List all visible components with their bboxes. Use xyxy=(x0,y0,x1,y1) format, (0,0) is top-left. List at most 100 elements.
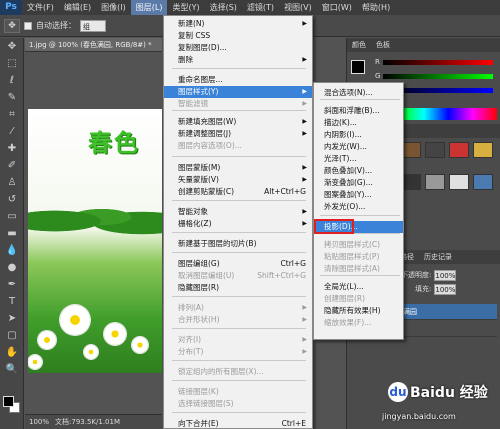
layer-menu-item[interactable]: 排列(A) ▶ xyxy=(164,302,312,314)
layer-style-item[interactable]: 内阴影(I)... xyxy=(314,129,403,141)
layer-menu-item[interactable]: 智能滤镜 ▶ xyxy=(164,98,312,110)
layer-style-item[interactable]: 清除图层样式(A) xyxy=(314,263,403,275)
brush-tool-icon[interactable]: ✐ xyxy=(0,157,24,174)
crop-tool-icon[interactable]: ⌗ xyxy=(0,106,24,123)
layer-style-item[interactable]: 内发光(W)... xyxy=(314,141,403,153)
menu-type[interactable]: 类型(Y) xyxy=(167,0,204,15)
pen-tool-icon[interactable]: ✒ xyxy=(0,276,24,293)
layer-style-item[interactable]: 渐变叠加(G)... xyxy=(314,177,403,189)
style-swatch[interactable] xyxy=(425,174,445,190)
layer-menu-item[interactable]: 图层编组(G) Ctrl+G xyxy=(164,258,312,270)
color-swatches[interactable] xyxy=(3,396,21,414)
marquee-tool-icon[interactable]: ⬚ xyxy=(0,55,24,72)
healing-brush-icon[interactable]: ✚ xyxy=(0,140,24,157)
r-slider[interactable] xyxy=(383,60,493,65)
layer-menu-item[interactable]: 图层样式(Y) ▶ xyxy=(164,86,312,98)
layer-style-item[interactable]: 颜色叠加(V)... xyxy=(314,165,403,177)
menu-file[interactable]: 文件(F) xyxy=(22,0,59,15)
foreground-color-swatch[interactable] xyxy=(3,396,14,407)
opacity-field[interactable]: 100% xyxy=(434,269,457,281)
layer-menu-item[interactable]: 选择链接图层(S) xyxy=(164,398,312,410)
style-swatch[interactable] xyxy=(449,174,469,190)
layer-menu-item[interactable]: 新建基于图层的切片(B) xyxy=(164,238,312,250)
panel-foreground-swatch[interactable] xyxy=(351,60,365,74)
layer-menu-item[interactable]: 图层蒙版(M) ▶ xyxy=(164,162,312,174)
move-tool-icon[interactable]: ✥ xyxy=(0,38,24,55)
layer-menu-item[interactable]: 链接图层(K) xyxy=(164,386,312,398)
style-swatch[interactable] xyxy=(473,174,493,190)
menu-window[interactable]: 窗口(W) xyxy=(317,0,357,15)
document-tab[interactable]: 1.jpg @ 100% (春色满园, RGB/8#) * xyxy=(25,38,162,52)
move-tool-preset-icon[interactable]: ✥ xyxy=(4,18,20,33)
layer-menu-item[interactable]: 新建填充图层(W) ▶ xyxy=(164,116,312,128)
tab-swatches[interactable]: 色板 xyxy=(371,40,395,50)
layer-menu-item[interactable]: 重命名图层... xyxy=(164,74,312,86)
layer-style-item[interactable]: 光泽(T)... xyxy=(314,153,403,165)
lasso-tool-icon[interactable]: ℓ xyxy=(0,72,24,89)
zoom-tool-icon[interactable]: 🔍 xyxy=(0,361,24,378)
layer-style-item[interactable]: 描边(K)... xyxy=(314,117,403,129)
menu-help[interactable]: 帮助(H) xyxy=(357,0,395,15)
zoom-level[interactable]: 100% xyxy=(29,418,49,426)
auto-select-dropdown[interactable]: 组 xyxy=(80,19,106,32)
path-select-tool-icon[interactable]: ➤ xyxy=(0,310,24,327)
hand-tool-icon[interactable]: ✋ xyxy=(0,344,24,361)
layer-menu-item[interactable]: 锁定组内的所有图层(X)... xyxy=(164,366,312,378)
layer-menu-item[interactable]: 创建剪贴蒙版(C) Alt+Ctrl+G xyxy=(164,186,312,198)
layer-menu-item[interactable]: 新建(N) ▶ xyxy=(164,18,312,30)
layer-menu-item[interactable]: 复制图层(D)... xyxy=(164,42,312,54)
blur-tool-icon[interactable]: 💧 xyxy=(0,242,24,259)
layer-menu-item[interactable]: 复制 CSS xyxy=(164,30,312,42)
layer-menu-item[interactable]: 删除 ▶ xyxy=(164,54,312,66)
layer-menu-item[interactable]: 隐藏图层(R) xyxy=(164,282,312,294)
layer-menu-item[interactable]: 合并形状(H) ▶ xyxy=(164,314,312,326)
eyedropper-tool-icon[interactable]: ⁄ xyxy=(0,123,24,140)
layer-style-item[interactable]: 创建图层(R) xyxy=(314,293,403,305)
tab-history[interactable]: 历史记录 xyxy=(419,252,457,262)
type-tool-icon[interactable]: T xyxy=(0,293,24,310)
layer-menu-item[interactable]: 智能对象 ▶ xyxy=(164,206,312,218)
layer-style-item[interactable]: 斜面和浮雕(B)... xyxy=(314,105,403,117)
style-swatch[interactable] xyxy=(449,142,469,158)
fill-field[interactable]: 100% xyxy=(434,283,457,295)
layer-style-item[interactable]: 粘贴图层样式(P) xyxy=(314,251,403,263)
layer-style-item[interactable]: 外发光(O)... xyxy=(314,201,403,213)
document-image[interactable]: 春色 xyxy=(28,109,162,373)
menu-item-label: 智能滤镜 xyxy=(178,99,208,108)
style-swatch[interactable] xyxy=(401,174,421,190)
layer-menu-item[interactable]: 矢量蒙版(V) ▶ xyxy=(164,174,312,186)
layer-menu-item[interactable]: 新建调整图层(J) ▶ xyxy=(164,128,312,140)
style-swatch[interactable] xyxy=(473,142,493,158)
style-swatch[interactable] xyxy=(401,142,421,158)
layer-style-item[interactable]: 图案叠加(Y)... xyxy=(314,189,403,201)
menu-item-label: 智能对象 xyxy=(178,207,208,216)
layer-menu-item[interactable]: 向下合并(E) Ctrl+E xyxy=(164,418,312,429)
layer-menu-item[interactable]: 对齐(I) ▶ xyxy=(164,334,312,346)
dodge-tool-icon[interactable]: ● xyxy=(0,259,24,276)
clone-stamp-icon[interactable]: ♙ xyxy=(0,174,24,191)
layer-style-item[interactable]: 隐藏所有效果(H) xyxy=(314,305,403,317)
history-brush-icon[interactable]: ↺ xyxy=(0,191,24,208)
layer-style-item[interactable]: 全局光(L)... xyxy=(314,281,403,293)
shape-tool-icon[interactable]: ▢ xyxy=(0,327,24,344)
menu-select[interactable]: 选择(S) xyxy=(205,0,242,15)
quick-select-tool-icon[interactable]: ✎ xyxy=(0,89,24,106)
gradient-tool-icon[interactable]: ▬ xyxy=(0,225,24,242)
tab-color[interactable]: 颜色 xyxy=(347,40,371,50)
layer-menu-item[interactable]: 栅格化(Z) ▶ xyxy=(164,218,312,230)
menu-layer[interactable]: 图层(L) xyxy=(130,0,168,15)
menu-view[interactable]: 视图(V) xyxy=(279,0,317,15)
layer-menu-item[interactable]: 分布(T) ▶ xyxy=(164,346,312,358)
style-swatch[interactable] xyxy=(425,142,445,158)
layer-menu-item[interactable]: 图层内容选项(O)... xyxy=(164,140,312,152)
layer-style-item[interactable]: 拷贝图层样式(C) xyxy=(314,239,403,251)
auto-select-checkbox[interactable] xyxy=(24,21,32,30)
menu-filter[interactable]: 滤镜(T) xyxy=(242,0,279,15)
menu-edit[interactable]: 编辑(E) xyxy=(59,0,96,15)
layer-menu-item[interactable]: 取消图层编组(U) Shift+Ctrl+G xyxy=(164,270,312,282)
eraser-tool-icon[interactable]: ▭ xyxy=(0,208,24,225)
menu-image[interactable]: 图像(I) xyxy=(96,0,131,15)
layer-style-item[interactable]: 缩放效果(F)... xyxy=(314,317,403,329)
layer-style-item[interactable]: 混合选项(N)... xyxy=(314,87,403,99)
g-slider[interactable] xyxy=(383,74,493,79)
